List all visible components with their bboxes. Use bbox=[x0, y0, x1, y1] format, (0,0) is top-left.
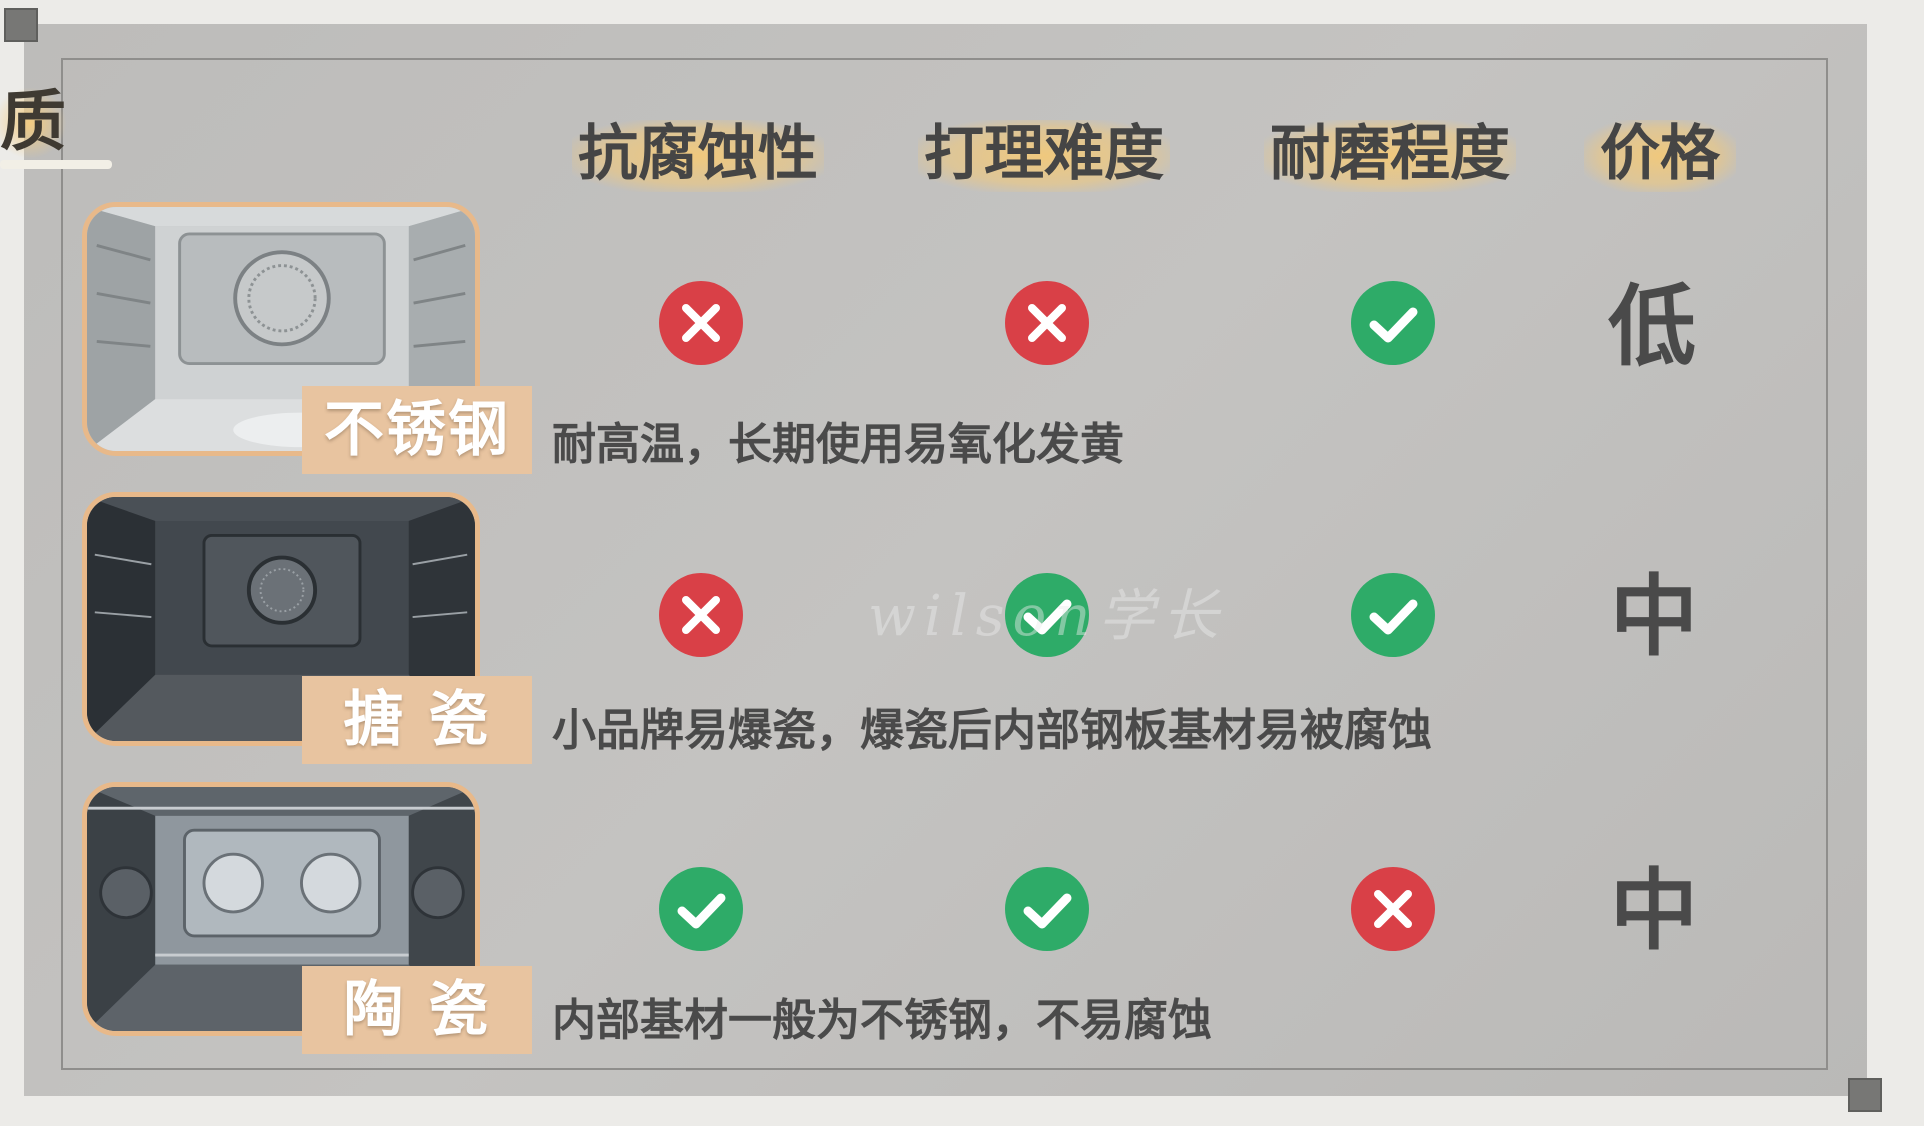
description-ceramic: 内部基材一般为不锈钢，不易腐蚀 bbox=[552, 995, 1212, 1046]
header-wear-resistance: 耐磨程度 bbox=[1240, 106, 1540, 202]
cross-icon bbox=[1351, 867, 1435, 951]
corner-ornament-top-left bbox=[4, 8, 38, 42]
check-icon bbox=[659, 867, 743, 951]
description-enamel: 小品牌易爆瓷，爆瓷后内部钢板基材易被腐蚀 bbox=[552, 705, 1432, 756]
material-label-ceramic: 陶 瓷 bbox=[302, 966, 532, 1054]
check-icon bbox=[1351, 281, 1435, 365]
header-corrosion-resistance: 抗腐蚀性 bbox=[548, 106, 848, 202]
cross-icon bbox=[1005, 281, 1089, 365]
price-stainless-steel: 低 bbox=[1607, 275, 1696, 378]
cross-icon bbox=[659, 573, 743, 657]
description-stainless-steel: 耐高温，长期使用易氧化发黄 bbox=[552, 419, 1124, 470]
check-icon bbox=[1005, 867, 1089, 951]
header-price: 价格 bbox=[1570, 106, 1750, 202]
price-ceramic: 中 bbox=[1609, 859, 1698, 962]
title-fragment-text: 质 bbox=[0, 83, 66, 160]
cross-icon bbox=[659, 281, 743, 365]
slide-title-fragment: 质 bbox=[0, 74, 112, 170]
watermark: wilson学长 bbox=[868, 584, 1227, 649]
material-label-stainless-steel: 不锈钢 bbox=[302, 386, 532, 474]
corner-ornament-bottom-right bbox=[1848, 1078, 1882, 1112]
header-cleaning-difficulty: 打理难度 bbox=[894, 106, 1194, 202]
check-icon bbox=[1351, 573, 1435, 657]
material-label-enamel: 搪 瓷 bbox=[302, 676, 532, 764]
price-enamel: 中 bbox=[1609, 565, 1698, 668]
